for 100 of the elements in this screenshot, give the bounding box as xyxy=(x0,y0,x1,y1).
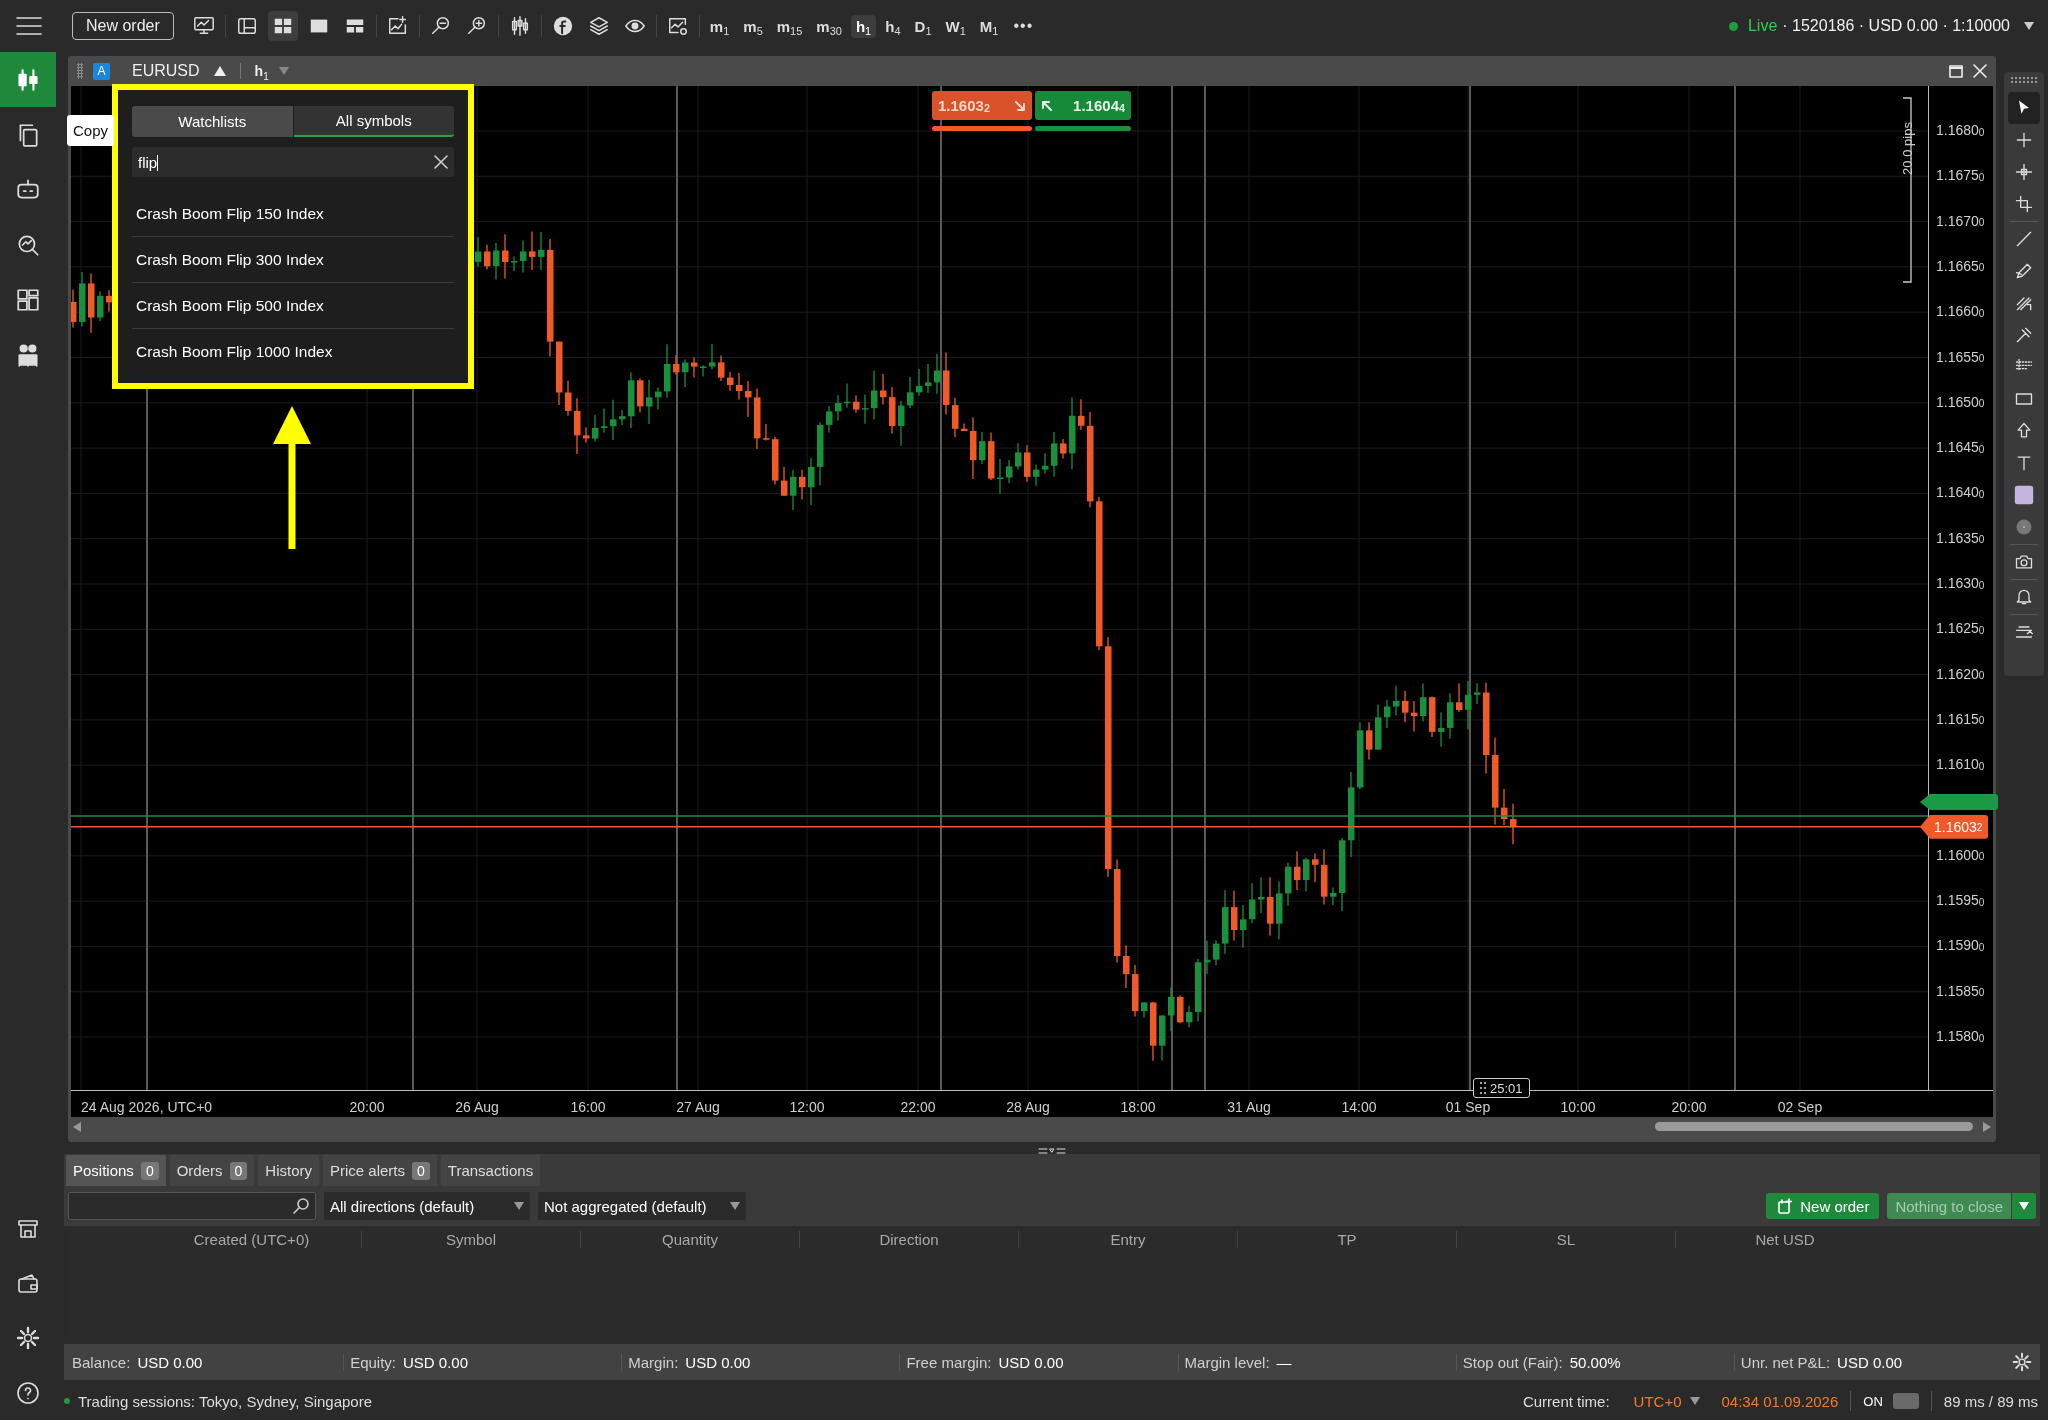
column-header: SL xyxy=(1456,1230,1675,1248)
more-button[interactable]: ••• xyxy=(1013,17,1034,35)
bell-icon[interactable] xyxy=(2014,587,2034,607)
settings-icon[interactable] xyxy=(2012,1352,2032,1372)
time-axis-label: 14:00 xyxy=(1341,1099,1377,1115)
panel-tab[interactable]: Transactions xyxy=(440,1155,541,1186)
crop-icon[interactable] xyxy=(2014,194,2034,214)
filter-dropdown[interactable]: Not aggregated (default) xyxy=(538,1192,746,1220)
summary-label: Margin level: xyxy=(1184,1353,1270,1371)
copy-tooltip: Copy xyxy=(67,115,115,146)
count-badge: 0 xyxy=(229,1161,248,1180)
splitter-grip-icon[interactable] xyxy=(1038,1148,1066,1154)
symbol-result[interactable]: Crash Boom Flip 300 Index xyxy=(132,237,454,283)
time-axis-label: 16:00 xyxy=(570,1099,606,1115)
filter-dropdown[interactable]: All directions (default) xyxy=(324,1192,530,1220)
zoom-out-icon[interactable] xyxy=(429,15,452,37)
chart-settings-icon[interactable] xyxy=(666,15,689,37)
line-icon[interactable] xyxy=(2014,229,2034,249)
summary-value: 50.00% xyxy=(1569,1353,1621,1371)
timeframe-button[interactable]: D$_{1}$ xyxy=(909,14,937,38)
new-order-icon xyxy=(1776,1198,1793,1214)
timeframe-button[interactable]: M$_{1}$ xyxy=(974,14,1004,38)
close-icon[interactable] xyxy=(1973,64,1987,78)
timezone-caret-icon[interactable] xyxy=(1689,1397,1700,1405)
countdown-text: 25:01 xyxy=(1490,1080,1523,1096)
symbol-name[interactable]: EURUSD xyxy=(132,62,200,80)
scroll-right-icon[interactable] xyxy=(1983,1121,1991,1132)
symbol-tab[interactable]: Watchlists xyxy=(132,106,293,137)
summary-value: USD 0.00 xyxy=(403,1353,469,1371)
monitor-chart-icon[interactable] xyxy=(192,15,215,37)
layers-icon[interactable] xyxy=(587,15,610,37)
timeframe-label[interactable]: h$_{1}$ xyxy=(254,63,269,79)
menu-icon[interactable] xyxy=(16,15,42,37)
settings-icon[interactable] xyxy=(16,1326,40,1351)
dropdown-caret-icon[interactable] xyxy=(514,1202,524,1210)
circle-f-icon[interactable] xyxy=(551,15,574,37)
timeframe-button[interactable]: m$_{15}$ xyxy=(771,14,808,38)
symbol-tab[interactable]: All symbols xyxy=(293,106,454,137)
timeframe-button[interactable]: m$_{1}$ xyxy=(704,14,735,38)
candlestick-icon xyxy=(15,66,41,93)
column-header: TP xyxy=(1237,1230,1456,1248)
panel-layout-icon[interactable] xyxy=(235,15,258,37)
toggle-switch[interactable] xyxy=(1892,1393,1919,1409)
wallet-icon[interactable] xyxy=(16,1271,40,1296)
latency-text: 89 ms / 89 ms xyxy=(1943,1392,2038,1410)
timeframe-button[interactable]: W$_{1}$ xyxy=(940,14,971,38)
color-swatch[interactable] xyxy=(2014,485,2034,505)
timeframe-button[interactable]: h$_{1}$ xyxy=(850,14,877,38)
pips-label: 20.0 pips xyxy=(1899,122,1915,175)
chart-add-icon[interactable] xyxy=(386,15,409,37)
summary-value: USD 0.00 xyxy=(1837,1353,1903,1371)
symbol-result[interactable]: Crash Boom Flip 500 Index xyxy=(132,283,454,329)
toggle-label: ON xyxy=(1863,1393,1883,1409)
account-caret-icon[interactable] xyxy=(2024,22,2034,30)
connection-dot xyxy=(64,1398,70,1404)
panel-tab[interactable]: Price alerts 0 xyxy=(323,1155,437,1186)
zoom-in-icon[interactable] xyxy=(465,15,488,37)
symbol-badge: A xyxy=(93,62,110,80)
help-icon[interactable] xyxy=(16,1380,40,1405)
close-options-button[interactable] xyxy=(2012,1193,2036,1219)
count-badge: 0 xyxy=(140,1161,159,1180)
triangle-up-icon[interactable] xyxy=(213,66,226,76)
summary-label: Balance: xyxy=(72,1353,131,1371)
time-axis-label: 22:00 xyxy=(900,1099,936,1115)
panel-tab[interactable]: Orders 0 xyxy=(169,1155,255,1186)
new-order-button[interactable]: New order xyxy=(1766,1193,1880,1219)
timeframe-button[interactable]: h$_{4}$ xyxy=(880,14,906,38)
symbol-result[interactable]: Crash Boom Flip 150 Index xyxy=(132,191,454,237)
pitchfork-icon[interactable] xyxy=(2014,325,2034,345)
timeframe-caret-icon[interactable] xyxy=(278,67,289,75)
pencil-icon[interactable] xyxy=(2014,261,2034,281)
scrollbar-thumb[interactable] xyxy=(1655,1121,1973,1131)
time-axis-label: 12:00 xyxy=(789,1099,825,1115)
time-axis-label: 27 Aug xyxy=(676,1099,720,1115)
scroll-left-icon[interactable] xyxy=(73,1121,81,1132)
column-header: Net USD xyxy=(1675,1230,1894,1248)
time-axis-label: 10:00 xyxy=(1560,1099,1596,1115)
current-time: 04:34 01.09.2026 xyxy=(1721,1392,1839,1410)
panel-tab[interactable]: History xyxy=(258,1155,319,1186)
cross-cursor-icon[interactable] xyxy=(2014,162,2034,182)
clear-icon[interactable] xyxy=(434,155,448,169)
column-header: Quantity xyxy=(580,1230,799,1248)
dropdown-caret-icon[interactable] xyxy=(730,1202,740,1210)
crosshair-icon[interactable] xyxy=(2014,130,2034,150)
circle-icon[interactable] xyxy=(2014,517,2034,537)
symbol-search-field[interactable]: flip xyxy=(132,147,454,177)
panel-tab[interactable]: Positions 0 xyxy=(66,1155,166,1186)
account-status: Live xyxy=(1747,17,1778,35)
timeframe-button[interactable]: m$_{5}$ xyxy=(738,14,768,38)
positions-search-field[interactable] xyxy=(68,1192,316,1220)
summary-value: USD 0.00 xyxy=(998,1353,1064,1371)
summary-label: Margin: xyxy=(628,1353,679,1371)
timezone-select[interactable]: UTC+0 xyxy=(1633,1392,1682,1410)
search-icon xyxy=(293,1198,309,1214)
column-header: Symbol xyxy=(361,1230,580,1248)
symbol-result[interactable]: Crash Boom Flip 1000 Index xyxy=(132,329,454,375)
new-order-button[interactable]: New order xyxy=(72,12,174,40)
column-header: Direction xyxy=(799,1230,1018,1248)
timeframe-button[interactable]: m$_{30}$ xyxy=(811,14,847,38)
maximize-icon[interactable] xyxy=(1949,64,1963,78)
